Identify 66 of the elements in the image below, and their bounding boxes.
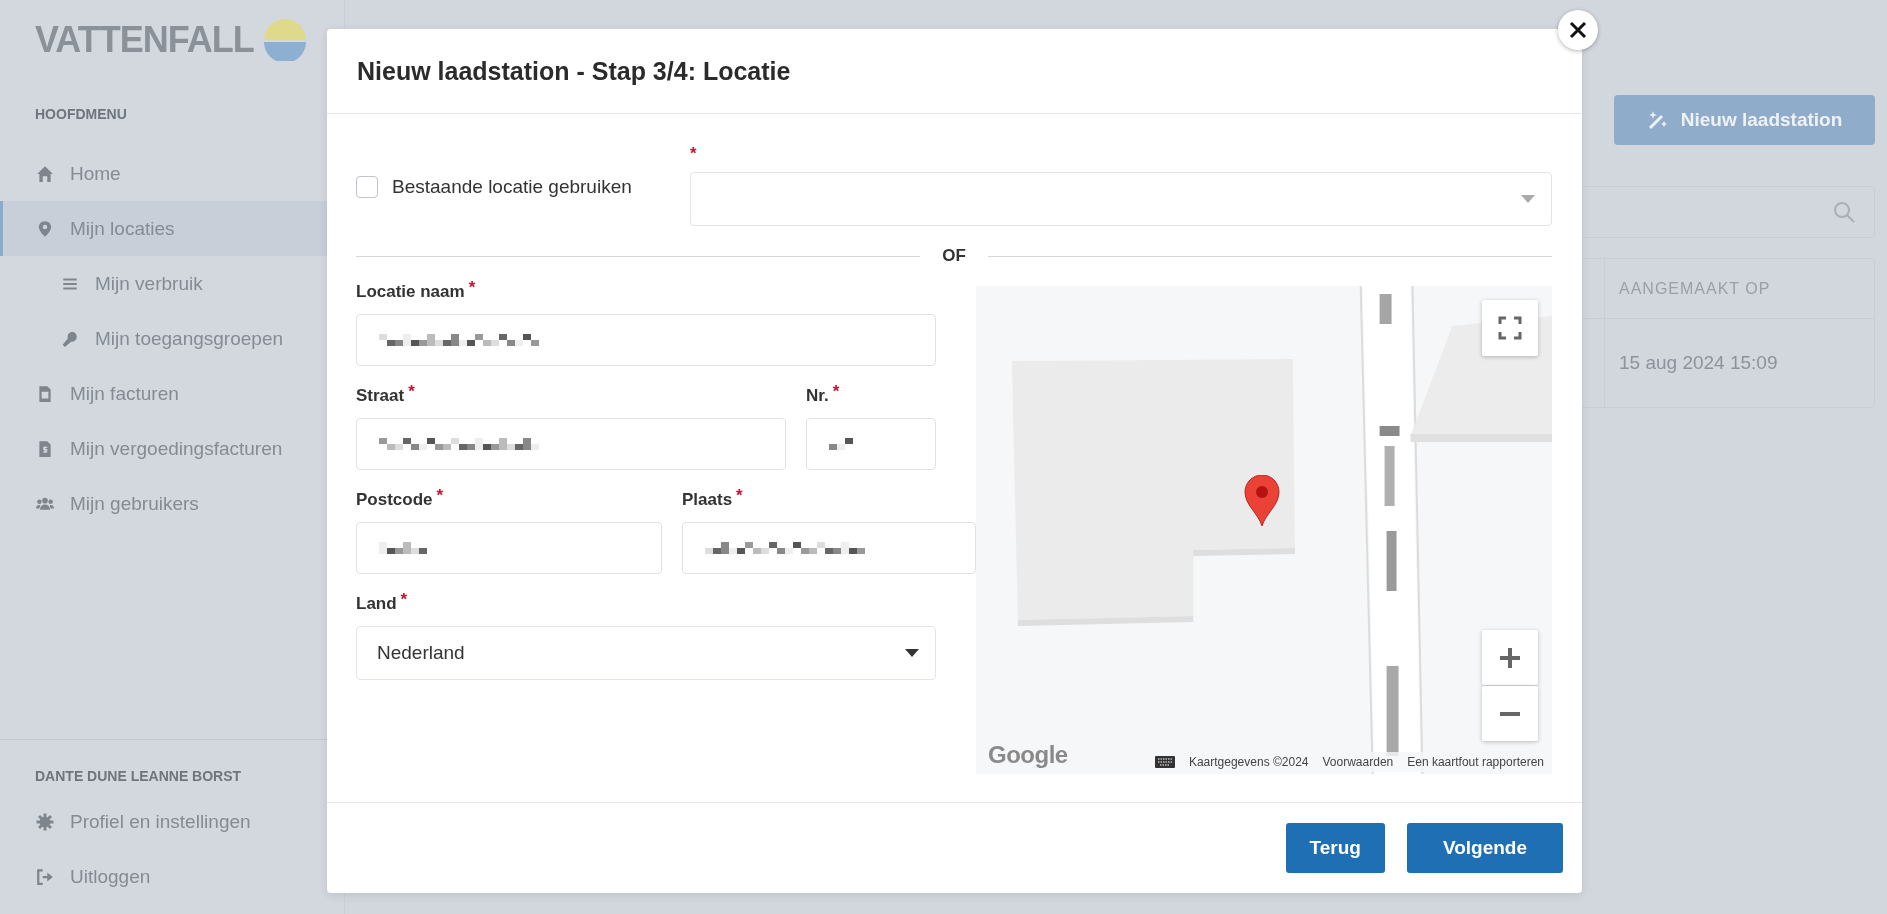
sidebar-item[interactable]: Mijn toegangsgroepen [0, 311, 344, 366]
key-icon [61, 329, 79, 348]
keyboard-icon[interactable] [1154, 756, 1175, 768]
field-label: Nr. [806, 386, 829, 406]
back-button[interactable]: Terug [1285, 823, 1385, 873]
input-field[interactable] [682, 522, 976, 574]
map-data-text: Kaartgegevens ©2024 [1188, 755, 1309, 769]
close-button[interactable] [1558, 10, 1598, 50]
fullscreen-button[interactable] [1482, 300, 1538, 356]
field-label: Locatie naam [356, 282, 465, 302]
input-field[interactable] [806, 418, 936, 470]
sidebar-item[interactable]: Mijn facturen [0, 366, 344, 421]
checkbox[interactable] [356, 176, 378, 198]
sidebar-item[interactable]: Mijn verbruik [0, 256, 344, 311]
required-mark: * [408, 382, 415, 402]
field-label: Postcode [356, 490, 433, 510]
fullscreen-icon [1498, 316, 1522, 340]
sidebar-item[interactable]: Mijn vergoedingsfacturen [0, 421, 344, 476]
input-field[interactable] [356, 418, 786, 470]
sidebar-item[interactable]: Uitloggen [0, 849, 344, 904]
new-station-button[interactable]: Nieuw laadstation [1614, 95, 1875, 145]
plus-icon [1498, 645, 1522, 670]
map-pin-icon [1244, 475, 1280, 527]
next-button[interactable]: Volgende [1406, 823, 1563, 873]
required-mark: * [468, 278, 476, 298]
field-label: Straat [356, 386, 405, 406]
modal-title: Nieuw laadstation - Stap 3/4: Locatie [357, 56, 791, 86]
map-link[interactable]: Een kaartfout rapporteren [1407, 755, 1544, 769]
required-mark: * [436, 486, 444, 506]
field-label: Land [356, 594, 397, 614]
required-mark: * [400, 590, 408, 610]
column-header: AANGEMAAKT OP [1604, 259, 1874, 319]
field-label: Plaats [682, 490, 733, 510]
sidebar-item[interactable]: Profiel en instellingen [0, 794, 344, 849]
map-link[interactable]: Voorwaarden [1322, 755, 1394, 769]
sidebar-item[interactable]: Mijn gebruikers [0, 476, 344, 531]
checkbox-label: Bestaande locatie gebruiken [392, 176, 632, 198]
country-select[interactable]: Nederland [356, 626, 936, 680]
zoom-in-button[interactable] [1482, 630, 1538, 685]
invoice-icon [36, 439, 54, 458]
required-mark: * [690, 144, 698, 164]
pixelated-text-drawing [829, 438, 853, 450]
input-field[interactable] [356, 522, 662, 574]
caret-icon [905, 649, 919, 658]
zoom-out-button[interactable] [1482, 686, 1538, 741]
table-cell: 15 aug 2024 15:09 [1604, 319, 1874, 407]
required-mark: * [736, 486, 743, 506]
input-field[interactable] [356, 314, 936, 366]
search-icon [1832, 200, 1856, 224]
gear-icon [36, 812, 54, 831]
pixelated-text-drawing [379, 542, 427, 554]
separator-text: OF [942, 246, 966, 266]
magic-wand-icon [1646, 109, 1669, 131]
caret-icon [1521, 195, 1535, 204]
close-icon [1569, 21, 1587, 39]
map-logo: Google [988, 741, 1068, 769]
required-mark: * [832, 382, 840, 402]
logo-text: VATTENFALL [35, 19, 254, 61]
home-icon [36, 164, 54, 183]
section-title: HOOFDMENU [34, 105, 128, 124]
sidebar-item[interactable]: Home [0, 146, 344, 201]
map-pin-icon [36, 219, 54, 238]
logout-icon [36, 867, 54, 886]
minus-icon [1498, 710, 1522, 717]
logo-icon [263, 19, 306, 61]
document-icon [36, 384, 54, 403]
